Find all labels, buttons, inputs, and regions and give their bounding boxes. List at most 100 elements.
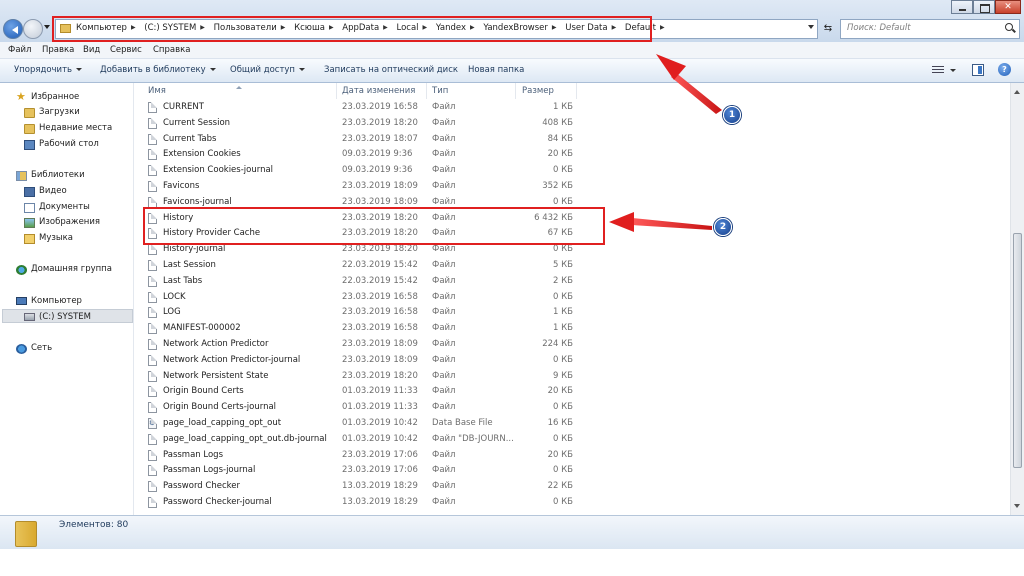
table-row[interactable]: MANIFEST-000002 23.03.2019 16:58 Файл 1 КБ (134, 321, 574, 337)
table-row[interactable]: Network Action Predictor-journal 23.03.20… (134, 353, 574, 369)
vertical-scrollbar[interactable] (1010, 83, 1024, 515)
chevron-down-icon[interactable] (950, 69, 956, 75)
table-row[interactable]: page_load_capping_opt_out 01.03.2019 10:4… (134, 416, 574, 432)
file-type: Файл (432, 386, 456, 397)
column-divider[interactable] (336, 83, 337, 99)
help-icon[interactable]: ? (998, 63, 1011, 76)
address-dropdown-icon[interactable] (808, 25, 814, 32)
table-row[interactable]: Network Action Predictor 23.03.2019 18:09… (134, 337, 574, 353)
file-icon (148, 102, 157, 113)
table-row[interactable]: Origin Bound Certs-journal 01.03.2019 11:… (134, 400, 574, 416)
view-options-icon[interactable] (932, 66, 944, 75)
nav-favorites[interactable]: Избранное (31, 92, 79, 102)
file-name: MANIFEST-000002 (163, 323, 241, 334)
file-date: 13.03.2019 18:29 (342, 497, 418, 507)
images-library-icon (24, 218, 35, 228)
file-icon (148, 307, 157, 319)
nav-libraries[interactable]: Библиотеки (31, 170, 85, 180)
close-button[interactable]: ✕ (995, 0, 1021, 14)
table-row[interactable]: Last Tabs 22.03.2019 15:42 Файл 2 КБ (134, 274, 574, 290)
scroll-up-icon[interactable] (1014, 87, 1020, 94)
scroll-down-icon[interactable] (1014, 504, 1020, 511)
table-row[interactable]: Extension Cookies 09.03.2019 9:36 Файл 20 К… (134, 147, 574, 163)
nav-documents[interactable]: Документы (39, 202, 90, 212)
file-date: 23.03.2019 18:09 (342, 196, 418, 207)
table-row[interactable]: Password Checker 13.03.2019 18:29 Файл 22 К… (134, 479, 574, 495)
nav-downloads[interactable]: Загрузки (39, 107, 80, 117)
table-row[interactable]: CURRENT 23.03.2019 16:58 Файл 1 КБ (134, 100, 574, 116)
file-size: 352 КБ (542, 181, 573, 191)
table-row[interactable]: Current Session 23.03.2019 18:20 Файл 408 К… (134, 116, 574, 132)
file-icon (148, 402, 157, 414)
column-header-date[interactable]: Дата изменения (342, 86, 415, 96)
file-icon (148, 370, 157, 382)
recent-pages-dropdown-icon[interactable] (44, 25, 50, 32)
file-date: 23.03.2019 17:06 (342, 465, 418, 476)
table-row[interactable]: Password Checker-journal 13.03.2019 18:29… (134, 495, 574, 511)
organize-button[interactable]: Упорядочить (14, 65, 83, 75)
file-name: Network Persistent State (163, 370, 269, 381)
table-row[interactable]: Passman Logs 23.03.2019 17:06 Файл 20 КБ (134, 448, 574, 464)
table-row[interactable]: Passman Logs-journal 23.03.2019 17:06 Файл… (134, 463, 574, 479)
table-row[interactable]: Last Session 22.03.2019 15:42 Файл 5 КБ (134, 258, 574, 274)
column-divider[interactable] (515, 83, 516, 99)
search-icon[interactable] (1005, 23, 1013, 31)
column-header-size[interactable]: Размер (522, 86, 554, 96)
column-divider[interactable] (576, 83, 577, 99)
menu-edit[interactable]: Правка (42, 45, 74, 55)
nav-computer[interactable]: Компьютер (31, 296, 82, 306)
menu-help[interactable]: Справка (153, 45, 190, 55)
refresh-icon[interactable]: ⇆ (820, 19, 836, 39)
table-row[interactable]: Network Persistent State 23.03.2019 18:20… (134, 369, 574, 385)
homegroup-icon (16, 265, 27, 275)
nav-video[interactable]: Видео (39, 186, 67, 196)
file-date: 22.03.2019 15:42 (342, 275, 418, 286)
burn-button[interactable]: Записать на оптический диск (324, 65, 458, 75)
nav-homegroup[interactable]: Домашняя группа (31, 264, 112, 274)
table-row[interactable]: Extension Cookies-journal 09.03.2019 9:36… (134, 163, 574, 179)
table-row[interactable]: page_load_capping_opt_out.db-journal 01.0… (134, 432, 574, 448)
table-row[interactable]: LOCK 23.03.2019 16:58 Файл 0 КБ (134, 290, 574, 306)
nav-recent-places[interactable]: Недавние места (39, 123, 112, 133)
back-button[interactable] (3, 19, 23, 39)
file-name: Current Session (163, 117, 231, 128)
menu-view[interactable]: Вид (83, 45, 100, 55)
file-date: 01.03.2019 10:42 (342, 418, 418, 428)
breadcrumb-separator-icon[interactable]: ▶ (660, 24, 665, 31)
table-row[interactable]: Origin Bound Certs 01.03.2019 11:33 Файл 20… (134, 384, 574, 400)
file-size: 2 КБ (553, 275, 573, 286)
chevron-down-icon (76, 68, 83, 74)
file-name: Passman Logs-journal (163, 465, 256, 476)
table-row[interactable]: Current Tabs 23.03.2019 18:07 Файл 84 КБ (134, 132, 574, 148)
maximize-button[interactable] (973, 0, 995, 14)
nav-network[interactable]: Сеть (31, 343, 52, 353)
column-header-type[interactable]: Тип (432, 86, 448, 96)
search-input[interactable]: Поиск: Default (840, 19, 1020, 39)
computer-icon (16, 297, 27, 305)
column-divider[interactable] (426, 83, 427, 99)
nav-music[interactable]: Музыка (39, 233, 73, 243)
menu-file[interactable]: Файл (8, 45, 31, 55)
nav-drive-c[interactable]: (C:) SYSTEM (39, 312, 91, 322)
add-to-library-button[interactable]: Добавить в библиотеку (100, 65, 216, 75)
file-date: 23.03.2019 18:20 (342, 117, 418, 128)
table-row[interactable]: Favicons 23.03.2019 18:09 Файл 352 КБ (134, 179, 574, 195)
column-header-name[interactable]: Имя (148, 86, 166, 96)
new-folder-button[interactable]: Новая папка (468, 65, 524, 75)
file-icon (148, 181, 157, 192)
nav-images[interactable]: Изображения (39, 217, 100, 227)
scroll-thumb[interactable] (1013, 233, 1022, 468)
share-button[interactable]: Общий доступ (230, 65, 305, 75)
file-icon (148, 433, 157, 445)
files-highlight-box (143, 207, 605, 245)
file-size: 0 КБ (553, 165, 573, 176)
preview-pane-icon[interactable] (972, 64, 984, 76)
table-row[interactable]: LOG 23.03.2019 16:58 Файл 1 КБ (134, 305, 574, 321)
menu-tools[interactable]: Сервис (110, 45, 142, 55)
forward-button[interactable] (23, 19, 43, 39)
file-icon (148, 291, 157, 303)
file-icon (148, 339, 157, 350)
navigation-pane: ★ Избранное Загрузки Недавние места Рабо… (0, 83, 134, 515)
nav-desktop[interactable]: Рабочий стол (39, 139, 99, 149)
minimize-button[interactable] (951, 0, 973, 14)
